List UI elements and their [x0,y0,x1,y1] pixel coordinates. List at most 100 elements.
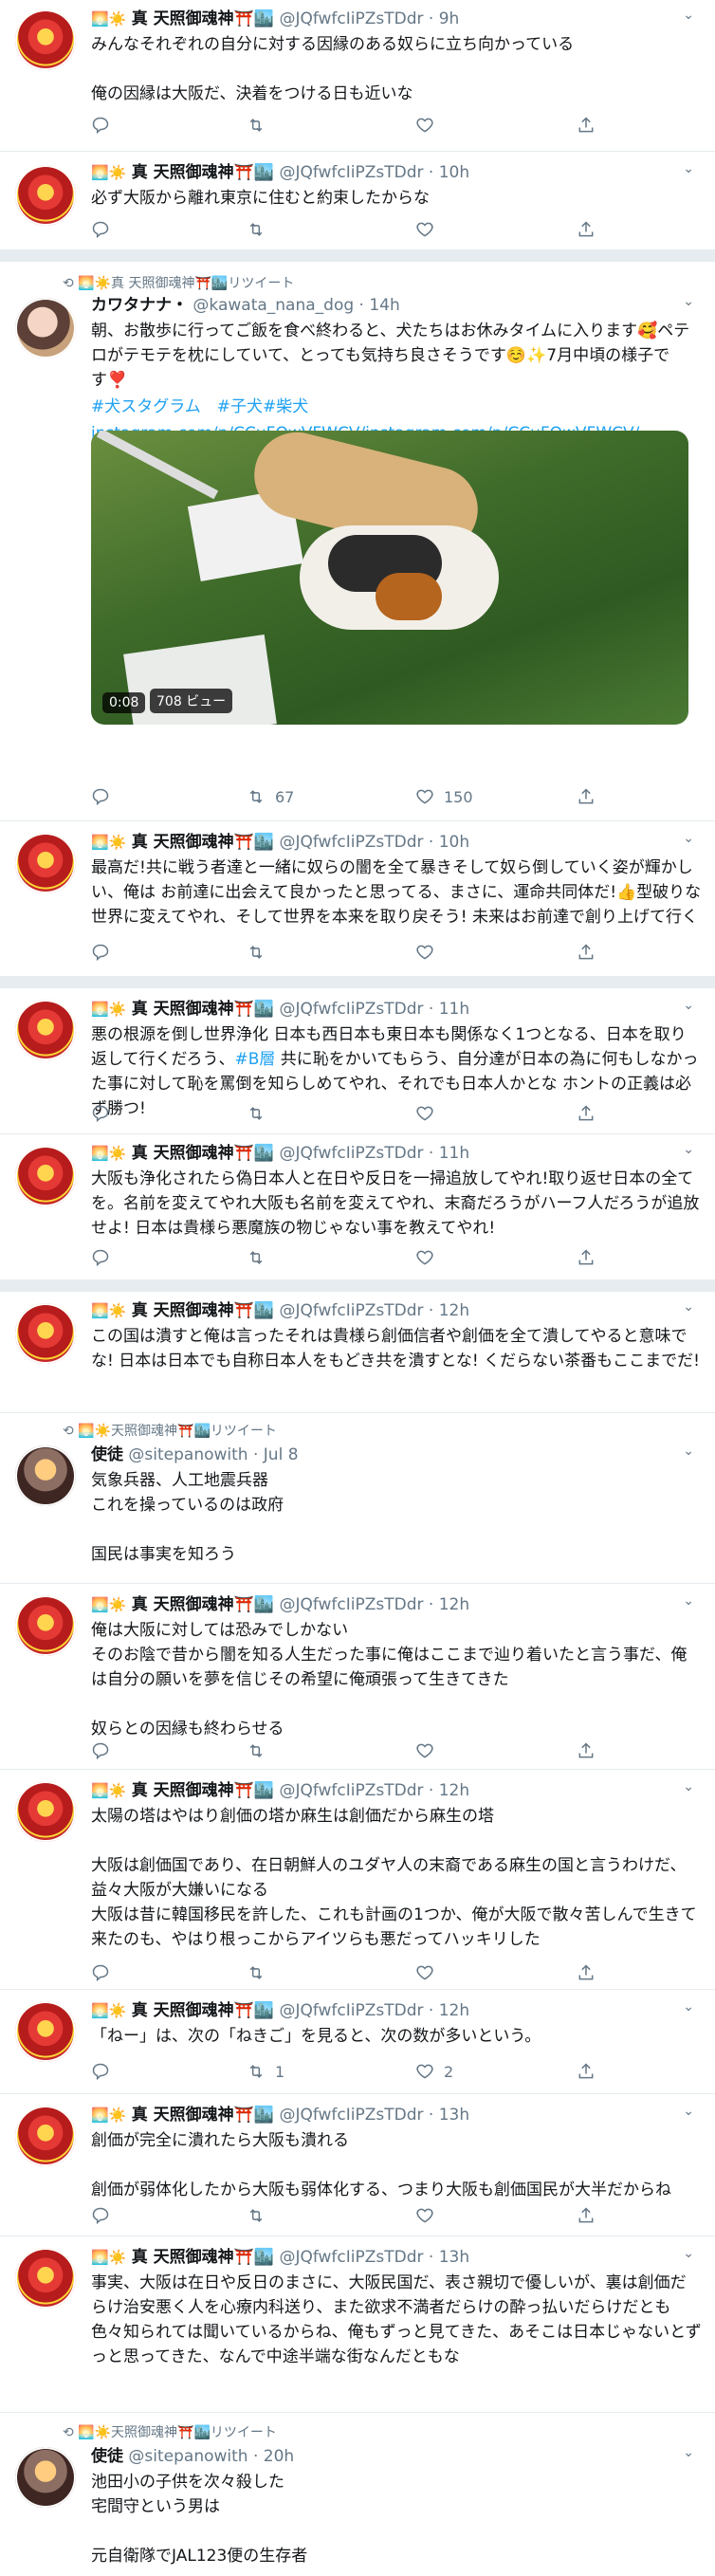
share-button[interactable] [577,220,596,239]
author-name[interactable]: 使徒 [91,2447,123,2466]
tweet[interactable]: 🌅☀️ 真 天照御魂神⛩️🏙️ @JQfwfcIiPZsTDdr · 9h ⌄ … [0,0,715,152]
share-button[interactable] [577,787,596,806]
reply-button[interactable] [91,2206,110,2225]
reply-button[interactable] [91,1741,110,1760]
author-name[interactable]: 真 天照御魂神⛩️🏙️ [132,163,274,182]
tweet[interactable]: 🌅☀️ 真 天照御魂神⛩️🏙️ @JQfwfcIiPZsTDdr · 12h ⌄… [0,1990,715,2094]
tweet[interactable]: ⟲ 🌅☀️天照御魂神⛩️🏙️リツイート 使徒 @sitepanowith · J… [0,1413,715,1584]
avatar[interactable] [15,298,76,359]
author-name[interactable]: 使徒 [91,1445,123,1464]
share-button[interactable] [577,2062,596,2081]
avatar[interactable] [15,2106,76,2166]
retweet-button[interactable] [247,943,266,962]
avatar[interactable] [15,1445,76,1506]
retweet-button[interactable] [247,2206,266,2225]
tweet-time[interactable]: 13h [439,2248,469,2267]
retweet-button[interactable] [247,1963,266,1982]
author-name[interactable]: 真 天照御魂神⛩️🏙️ [132,2001,274,2020]
tweet[interactable]: 🌅☀️ 真 天照御魂神⛩️🏙️ @JQfwfcIiPZsTDdr · 11h ⌄… [0,1134,715,1280]
reply-button[interactable] [91,2062,110,2081]
chevron-down-icon[interactable]: ⌄ [683,1779,694,1794]
avatar[interactable] [15,2447,76,2508]
reply-button[interactable] [91,220,110,239]
hashtags[interactable]: #犬スタグラム #子犬#柴犬 [91,395,702,419]
tweet-time[interactable]: 10h [439,163,469,182]
like-button[interactable] [415,1741,434,1760]
chevron-down-icon[interactable]: ⌄ [683,2104,694,2119]
avatar[interactable] [15,165,76,226]
author-name[interactable]: 真 天照御魂神⛩️🏙️ [132,1144,274,1163]
tweet[interactable]: 🌅☀️ 真 天照御魂神⛩️🏙️ @JQfwfcIiPZsTDdr · 10h ⌄… [0,152,715,250]
retweet-button[interactable] [247,1741,266,1760]
reply-button[interactable] [91,1963,110,1982]
tweet-time[interactable]: 11h [439,1144,469,1163]
author-handle[interactable]: @JQfwfcIiPZsTDdr [279,2106,423,2125]
author-name[interactable]: 真 天照御魂神⛩️🏙️ [132,1301,274,1320]
author-handle[interactable]: @JQfwfcIiPZsTDdr [279,2248,423,2267]
share-button[interactable] [577,1104,596,1123]
chevron-down-icon[interactable]: ⌄ [683,1593,694,1609]
tweet[interactable]: 🌅☀️ 真 天照御魂神⛩️🏙️ @JQfwfcIiPZsTDdr · 12h ⌄… [0,1292,715,1413]
chevron-down-icon[interactable]: ⌄ [683,294,694,309]
reply-button[interactable] [91,943,110,962]
author-name[interactable]: 真 天照御魂神⛩️🏙️ [132,2248,274,2267]
tweet-time[interactable]: 10h [439,833,469,852]
share-button[interactable] [577,1741,596,1760]
like-button[interactable] [415,220,434,239]
chevron-down-icon[interactable]: ⌄ [683,1999,694,2015]
author-handle[interactable]: @JQfwfcIiPZsTDdr [279,163,423,182]
tweet[interactable]: 🌅☀️ 真 天照御魂神⛩️🏙️ @JQfwfcIiPZsTDdr · 10h ⌄… [0,821,715,977]
chevron-down-icon[interactable]: ⌄ [683,1142,694,1157]
like-button[interactable] [415,1963,434,1982]
hashtag[interactable]: #B層 [234,1050,275,1069]
chevron-down-icon[interactable]: ⌄ [683,2445,694,2460]
tweet[interactable]: 🌅☀️ 真 天照御魂神⛩️🏙️ @JQfwfcIiPZsTDdr · 13h ⌄… [0,2236,715,2413]
avatar[interactable] [15,9,76,70]
tweet-time[interactable]: 20h [264,2447,294,2466]
retweet-button[interactable]: 67 [247,787,294,806]
tweet-time[interactable]: 12h [439,1301,469,1320]
tweet-time[interactable]: 12h [439,1595,469,1614]
like-button[interactable] [415,116,444,135]
retweet-button[interactable]: 1 [247,2062,284,2081]
author-handle[interactable]: @JQfwfcIiPZsTDdr [279,2001,423,2020]
author-handle[interactable]: @JQfwfcIiPZsTDdr [279,1781,423,1800]
avatar[interactable] [15,1595,76,1656]
share-button[interactable] [577,2206,596,2225]
avatar[interactable] [15,2001,76,2062]
share-button[interactable] [577,1248,596,1267]
share-button[interactable] [577,1963,596,1982]
author-handle[interactable]: @JQfwfcIiPZsTDdr [279,833,423,852]
tweet-time[interactable]: Jul 8 [264,1445,299,1464]
retweet-button[interactable] [247,220,266,239]
tweet-time[interactable]: 12h [439,1781,469,1800]
reply-button[interactable] [91,1104,110,1123]
like-button[interactable]: 150 [415,787,473,806]
tweet-time[interactable]: 11h [439,1000,469,1019]
chevron-down-icon[interactable]: ⌄ [683,8,694,23]
tweet-time[interactable]: 13h [439,2106,469,2125]
chevron-down-icon[interactable]: ⌄ [683,998,694,1013]
tweet-time[interactable]: 9h [439,9,460,28]
tweet[interactable]: ⟲ 🌅☀️真 天照御魂神⛩️🏙️リツイート カワタナナ・ @kawata_nan… [0,262,715,821]
avatar[interactable] [15,1000,76,1060]
like-button[interactable] [415,943,434,962]
avatar[interactable] [15,833,76,893]
author-name[interactable]: 真 天照御魂神⛩️🏙️ [132,833,274,852]
reply-button[interactable] [91,116,119,135]
retweet-button[interactable] [247,116,275,135]
author-handle[interactable]: @JQfwfcIiPZsTDdr [279,1301,423,1320]
retweet-button[interactable] [247,1104,266,1123]
reply-button[interactable] [91,1248,110,1267]
tweet[interactable]: 🌅☀️ 真 天照御魂神⛩️🏙️ @JQfwfcIiPZsTDdr · 12h ⌄… [0,1770,715,1990]
avatar[interactable] [15,1303,76,1364]
author-name[interactable]: カワタナナ・ [91,296,188,315]
chevron-down-icon[interactable]: ⌄ [683,831,694,846]
chevron-down-icon[interactable]: ⌄ [683,1444,694,1459]
author-handle[interactable]: @sitepanowith [128,1445,248,1464]
author-handle[interactable]: @JQfwfcIiPZsTDdr [279,1144,423,1163]
share-button[interactable] [577,116,596,135]
avatar[interactable] [15,2248,76,2309]
like-button[interactable] [415,1104,434,1123]
author-name[interactable]: 真 天照御魂神⛩️🏙️ [132,2106,274,2125]
